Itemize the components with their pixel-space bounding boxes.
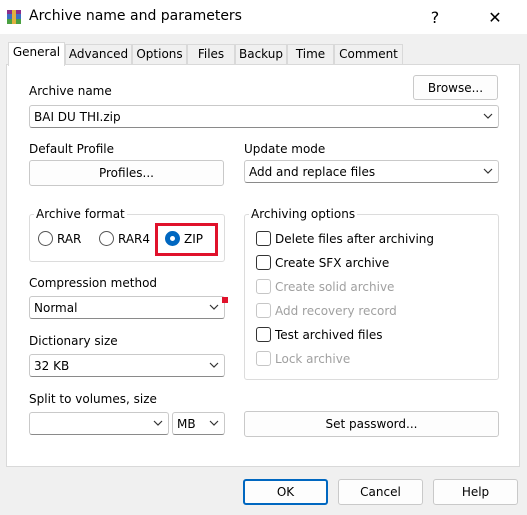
chevron-down-icon — [483, 168, 493, 174]
dictionary-size-value: 32 KB — [34, 359, 70, 373]
checkbox — [256, 231, 271, 246]
option-recovery-record-label: Add recovery record — [275, 303, 397, 318]
help-title-button[interactable]: ? — [412, 0, 458, 34]
option-test-archived-label: Test archived files — [275, 327, 383, 342]
compression-method-value: Normal — [34, 301, 78, 315]
archive-name-label: Archive name — [29, 84, 112, 98]
radio-circle — [99, 231, 114, 246]
format-radio-rar[interactable]: RAR — [38, 231, 81, 246]
tab-general[interactable]: General — [8, 42, 65, 66]
chevron-down-icon — [209, 304, 219, 310]
chevron-down-icon — [483, 113, 493, 119]
zip-highlight-annotation — [155, 223, 218, 256]
tab-backup[interactable]: Backup — [235, 44, 287, 65]
split-unit-combo[interactable]: MB — [172, 412, 225, 435]
archive-name-value: BAI DU THI.zip — [34, 110, 121, 124]
option-create-sfx[interactable]: Create SFX archive — [256, 255, 389, 270]
archive-name-combo[interactable]: BAI DU THI.zip — [29, 105, 499, 128]
option-test-archived[interactable]: Test archived files — [256, 327, 382, 342]
format-rar-label: RAR — [57, 231, 82, 246]
checkbox — [256, 327, 271, 342]
title-bar: Archive name and parameters ? ✕ — [0, 0, 527, 34]
option-delete-files-label: Delete files after archiving — [275, 231, 435, 246]
compression-method-label: Compression method — [29, 276, 158, 290]
close-window-button[interactable]: ✕ — [472, 0, 518, 34]
dictionary-size-combo[interactable]: 32 KB — [29, 354, 225, 377]
checkbox — [256, 255, 271, 270]
radio-circle — [38, 231, 53, 246]
chevron-down-icon — [209, 362, 219, 368]
chevron-down-icon — [153, 420, 163, 426]
help-button[interactable]: Help — [433, 479, 518, 505]
tab-time[interactable]: Time — [287, 44, 334, 65]
split-volumes-label: Split to volumes, size — [29, 392, 157, 406]
tab-files[interactable]: Files — [187, 44, 235, 65]
tab-comment[interactable]: Comment — [334, 44, 403, 65]
chevron-down-icon — [209, 420, 219, 426]
compression-method-combo[interactable]: Normal — [29, 296, 225, 319]
checkbox — [256, 279, 271, 294]
tab-strip: General Advanced Options Files Backup Ti… — [0, 42, 527, 66]
format-rar4-label: RAR4 — [118, 231, 151, 246]
format-radio-rar4[interactable]: RAR4 — [99, 231, 150, 246]
option-create-solid[interactable]: Create solid archive — [256, 279, 394, 294]
ok-button[interactable]: OK — [243, 479, 328, 505]
checkbox — [256, 351, 271, 366]
option-delete-files[interactable]: Delete files after archiving — [256, 231, 434, 246]
tab-advanced[interactable]: Advanced — [65, 44, 132, 65]
option-create-sfx-label: Create SFX archive — [275, 255, 390, 270]
option-lock-archive-label: Lock archive — [275, 351, 351, 366]
tab-options[interactable]: Options — [132, 44, 187, 65]
dictionary-size-label: Dictionary size — [29, 334, 118, 348]
split-unit-value: MB — [177, 417, 196, 431]
option-lock-archive[interactable]: Lock archive — [256, 351, 350, 366]
default-profile-label: Default Profile — [29, 142, 114, 156]
update-mode-combo[interactable]: Add and replace files — [244, 160, 499, 183]
winrar-app-icon — [7, 10, 21, 24]
option-recovery-record[interactable]: Add recovery record — [256, 303, 397, 318]
option-create-solid-label: Create solid archive — [275, 279, 395, 294]
archive-format-label: Archive format — [34, 207, 127, 221]
profiles-button[interactable]: Profiles... — [29, 160, 224, 186]
update-mode-value: Add and replace files — [249, 165, 376, 179]
update-mode-label: Update mode — [244, 142, 326, 156]
window-title: Archive name and parameters — [29, 8, 242, 24]
red-marker — [222, 297, 228, 303]
archiving-options-label: Archiving options — [249, 207, 358, 221]
split-size-combo[interactable] — [29, 412, 169, 435]
checkbox — [256, 303, 271, 318]
cancel-button[interactable]: Cancel — [338, 479, 423, 505]
browse-button[interactable]: Browse... — [413, 75, 498, 100]
set-password-button[interactable]: Set password... — [244, 411, 499, 437]
